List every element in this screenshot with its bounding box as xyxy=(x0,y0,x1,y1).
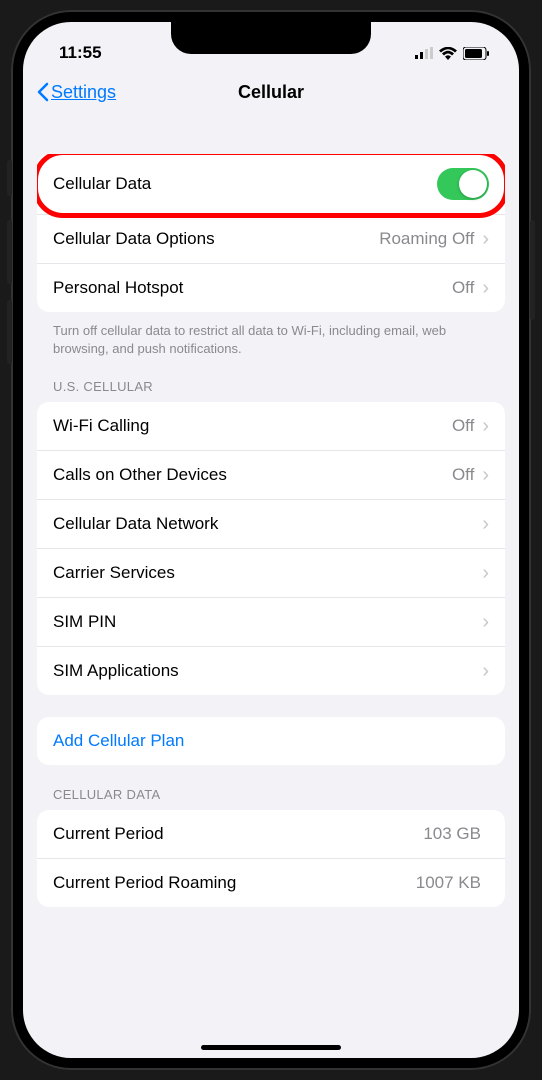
section-carrier: U.S. CELLULAR Wi-Fi Calling Off › Calls … xyxy=(37,379,505,695)
calls-other-label: Calls on Other Devices xyxy=(53,465,452,485)
row-cellular-data-network[interactable]: Cellular Data Network › xyxy=(37,500,505,549)
status-icons xyxy=(415,47,489,60)
row-current-period[interactable]: Current Period 103 GB xyxy=(37,810,505,859)
wifi-calling-value: Off xyxy=(452,416,474,436)
current-period-roaming-value: 1007 KB xyxy=(416,873,481,893)
cellular-data-network-label: Cellular Data Network xyxy=(53,514,482,534)
cellular-data-label: Cellular Data xyxy=(53,174,437,194)
row-add-cellular-plan[interactable]: Add Cellular Plan xyxy=(37,717,505,765)
row-personal-hotspot[interactable]: Personal Hotspot Off › xyxy=(37,264,505,312)
row-wifi-calling[interactable]: Wi-Fi Calling Off › xyxy=(37,402,505,451)
chevron-right-icon: › xyxy=(482,661,489,681)
chevron-right-icon: › xyxy=(482,563,489,583)
row-cellular-data[interactable]: Cellular Data xyxy=(37,154,505,215)
volume-up xyxy=(7,220,12,284)
cellular-data-toggle[interactable] xyxy=(437,168,489,200)
back-button[interactable]: Settings xyxy=(37,82,116,103)
sim-apps-label: SIM Applications xyxy=(53,661,482,681)
screen: 11:55 Settings Cellular xyxy=(23,22,519,1058)
notch xyxy=(171,22,371,54)
section-cellular: Cellular Data Cellular Data Options Roam… xyxy=(37,154,505,357)
back-label: Settings xyxy=(51,82,116,103)
wifi-calling-label: Wi-Fi Calling xyxy=(53,416,452,436)
signal-icon xyxy=(415,47,433,59)
nav-bar: Settings Cellular xyxy=(23,70,519,118)
row-carrier-services[interactable]: Carrier Services › xyxy=(37,549,505,598)
group-cellular: Cellular Data Cellular Data Options Roam… xyxy=(37,154,505,312)
row-cellular-data-options[interactable]: Cellular Data Options Roaming Off › xyxy=(37,215,505,264)
home-indicator[interactable] xyxy=(201,1045,341,1050)
section-cellular-data-usage: CELLULAR DATA Current Period 103 GB Curr… xyxy=(37,787,505,907)
current-period-value: 103 GB xyxy=(423,824,481,844)
add-cellular-plan-label: Add Cellular Plan xyxy=(53,731,489,751)
chevron-right-icon: › xyxy=(482,612,489,632)
row-sim-applications[interactable]: SIM Applications › xyxy=(37,647,505,695)
cellular-data-options-value: Roaming Off xyxy=(379,229,474,249)
volume-down xyxy=(7,300,12,364)
phone-frame: 11:55 Settings Cellular xyxy=(11,10,531,1070)
personal-hotspot-label: Personal Hotspot xyxy=(53,278,452,298)
chevron-right-icon: › xyxy=(482,278,489,298)
row-current-period-roaming[interactable]: Current Period Roaming 1007 KB xyxy=(37,859,505,907)
mute-switch xyxy=(7,160,12,196)
row-sim-pin[interactable]: SIM PIN › xyxy=(37,598,505,647)
current-period-label: Current Period xyxy=(53,824,423,844)
battery-icon xyxy=(463,47,489,60)
row-calls-other-devices[interactable]: Calls on Other Devices Off › xyxy=(37,451,505,500)
current-period-roaming-label: Current Period Roaming xyxy=(53,873,416,893)
sim-pin-label: SIM PIN xyxy=(53,612,482,632)
carrier-services-label: Carrier Services xyxy=(53,563,482,583)
calls-other-value: Off xyxy=(452,465,474,485)
power-button xyxy=(530,220,535,320)
group-add-plan: Add Cellular Plan xyxy=(37,717,505,765)
group-usage: Current Period 103 GB Current Period Roa… xyxy=(37,810,505,907)
page-title: Cellular xyxy=(238,82,304,103)
chevron-right-icon: › xyxy=(482,465,489,485)
chevron-right-icon: › xyxy=(482,229,489,249)
personal-hotspot-value: Off xyxy=(452,278,474,298)
group-carrier: Wi-Fi Calling Off › Calls on Other Devic… xyxy=(37,402,505,695)
section-footer-cellular: Turn off cellular data to restrict all d… xyxy=(37,312,505,357)
cellular-data-options-label: Cellular Data Options xyxy=(53,229,379,249)
chevron-right-icon: › xyxy=(482,416,489,436)
wifi-icon xyxy=(439,47,457,60)
section-header-usage: CELLULAR DATA xyxy=(37,787,505,810)
chevron-right-icon: › xyxy=(482,514,489,534)
chevron-left-icon xyxy=(37,82,49,102)
section-add-plan: Add Cellular Plan xyxy=(37,717,505,765)
status-time: 11:55 xyxy=(59,43,102,63)
settings-content[interactable]: Cellular Data Cellular Data Options Roam… xyxy=(23,118,519,1058)
section-header-carrier: U.S. CELLULAR xyxy=(37,379,505,402)
